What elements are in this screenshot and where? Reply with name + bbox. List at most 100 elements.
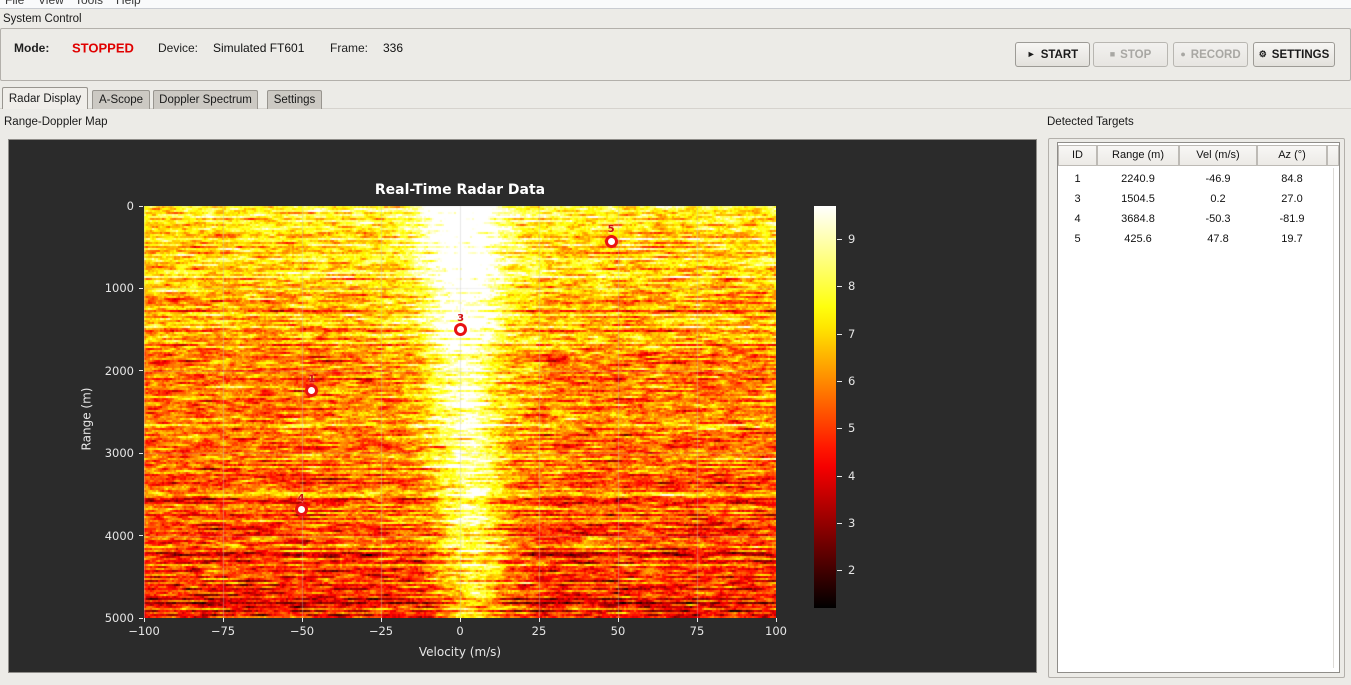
y-tick-label: 3000 <box>104 446 134 461</box>
tab-settings[interactable]: Settings <box>267 90 322 109</box>
column-header-vel-m-s[interactable]: Vel (m/s) <box>1179 145 1257 166</box>
x-tick-label: −100 <box>128 624 160 638</box>
x-axis-label: Velocity (m/s) <box>418 645 502 659</box>
x-tick-label: 100 <box>765 624 787 638</box>
frame-label: Frame: <box>330 41 369 55</box>
menu-tools[interactable]: Tools <box>75 0 103 7</box>
mode-status-value: STOPPED <box>72 40 134 56</box>
chart-title: Real-Time Radar Data <box>374 182 546 198</box>
cell: -50.3 <box>1205 213 1231 225</box>
tab-a-scope[interactable]: A-Scope <box>92 90 150 109</box>
record-icon: ● <box>1180 49 1186 59</box>
tab-radar-display[interactable]: Radar Display <box>2 87 88 109</box>
detected-targets-table: ID Range (m) Vel (m/s) Az (°) 1 2240.9 -46.9 8… <box>1057 142 1340 673</box>
y-tick <box>139 617 143 619</box>
cell: -81.9 <box>1279 213 1305 225</box>
menu-help[interactable]: Help <box>116 0 141 7</box>
x-tick <box>775 618 777 622</box>
colorbar-tick-label: 6 <box>848 373 856 388</box>
stop-button: ■ STOP <box>1093 42 1168 67</box>
table-scrollbar[interactable] <box>1333 168 1334 668</box>
colorbar-tick-label: 8 <box>848 279 856 294</box>
cell: 3 <box>1074 193 1081 205</box>
x-tick <box>143 618 145 622</box>
table-row[interactable]: 5 425.6 47.8 19.7 <box>1058 229 1341 249</box>
cell: 3684.8 <box>1121 213 1155 225</box>
x-tick <box>380 618 382 622</box>
frame-counter-value: 336 <box>383 41 404 55</box>
y-tick-label: 0 <box>126 199 134 213</box>
y-tick <box>139 287 143 289</box>
column-header-id[interactable]: ID <box>1058 145 1097 166</box>
range-doppler-heatmap <box>144 206 776 618</box>
menu-file[interactable]: File <box>5 0 24 7</box>
system-control-group-title: System Control <box>3 13 82 25</box>
y-tick-label: 2000 <box>104 363 134 378</box>
start-button[interactable]: ► START <box>1015 42 1090 67</box>
x-tick-label: −50 <box>289 624 315 638</box>
x-tick <box>222 618 224 622</box>
target-marker <box>294 503 308 517</box>
y-axis-label: Range (m) <box>79 387 94 451</box>
x-tick <box>459 618 461 622</box>
menu-bar: File View Tools Help <box>0 0 1351 9</box>
detected-targets-panel: ID Range (m) Vel (m/s) Az (°) 1 2240.9 -46.9 8… <box>1048 138 1345 678</box>
x-tick <box>617 618 619 622</box>
x-tick <box>696 618 698 622</box>
colorbar-tick <box>837 239 842 241</box>
target-marker-label: 5 <box>607 224 615 236</box>
cell: 47.8 <box>1207 233 1229 245</box>
colorbar-tick-label: 5 <box>848 421 856 436</box>
x-tick-label: −25 <box>368 624 394 638</box>
colorbar-tick-label: 7 <box>848 326 856 341</box>
start-button-label: START <box>1040 48 1079 61</box>
colorbar-tick <box>837 428 842 430</box>
table-row[interactable]: 4 3684.8 -50.3 -81.9 <box>1058 209 1341 229</box>
tab-doppler-spectrum[interactable]: Doppler Spectrum <box>153 90 258 109</box>
colorbar-tick <box>837 380 842 382</box>
mode-label: Mode: <box>14 41 50 55</box>
y-tick-label: 4000 <box>104 528 134 543</box>
radar-app-window: File View Tools Help System Control Mode: S… <box>0 0 1351 685</box>
target-marker-label: 3 <box>457 312 465 324</box>
column-header-filler[interactable] <box>1327 145 1339 166</box>
device-value: Simulated FT601 <box>213 41 305 55</box>
table-row[interactable]: 3 1504.5 0.2 27.0 <box>1058 189 1341 209</box>
detected-targets-title: Detected Targets <box>1047 116 1134 128</box>
stop-icon: ■ <box>1109 49 1116 59</box>
colorbar-tick <box>837 286 842 288</box>
y-tick <box>139 205 143 207</box>
play-icon: ► <box>1026 49 1036 59</box>
menu-view[interactable]: View <box>38 0 64 7</box>
colorbar-tick-label: 2 <box>848 563 856 578</box>
record-button: ● RECORD <box>1173 42 1248 67</box>
settings-button-label: SETTINGS <box>1271 48 1330 61</box>
target-marker <box>604 234 618 248</box>
target-marker-label: 4 <box>297 492 305 504</box>
colorbar-tick <box>837 333 842 335</box>
table-row[interactable]: 1 2240.9 -46.9 84.8 <box>1058 169 1341 189</box>
record-button-label: RECORD <box>1190 48 1241 61</box>
cell: 4 <box>1074 213 1081 225</box>
colorbar-tick <box>837 570 842 572</box>
settings-button[interactable]: ⚙ SETTINGS <box>1253 42 1335 67</box>
x-tick-label: 25 <box>531 624 547 638</box>
range-doppler-chart-panel: Real-Time Radar Data Velocity (m/s) Rang… <box>8 139 1037 673</box>
cell: 19.7 <box>1281 233 1303 245</box>
x-tick-label: −75 <box>210 624 236 638</box>
column-header-range-m[interactable]: Range (m) <box>1097 145 1179 166</box>
column-header-az[interactable]: Az (°) <box>1257 145 1327 166</box>
x-tick-label: 50 <box>610 624 626 638</box>
colorbar-tick <box>837 475 842 477</box>
colorbar <box>814 206 836 608</box>
x-tick-label: 75 <box>689 624 705 638</box>
colorbar-tick <box>837 522 842 524</box>
range-doppler-map-title: Range-Doppler Map <box>4 116 108 128</box>
stop-button-label: STOP <box>1120 48 1152 61</box>
colorbar-tick-label: 9 <box>848 232 856 247</box>
x-tick <box>301 618 303 622</box>
y-tick-label: 1000 <box>104 281 134 296</box>
target-marker-label: 1 <box>308 373 316 385</box>
cell: 2240.9 <box>1121 173 1155 185</box>
device-label: Device: <box>158 41 199 55</box>
